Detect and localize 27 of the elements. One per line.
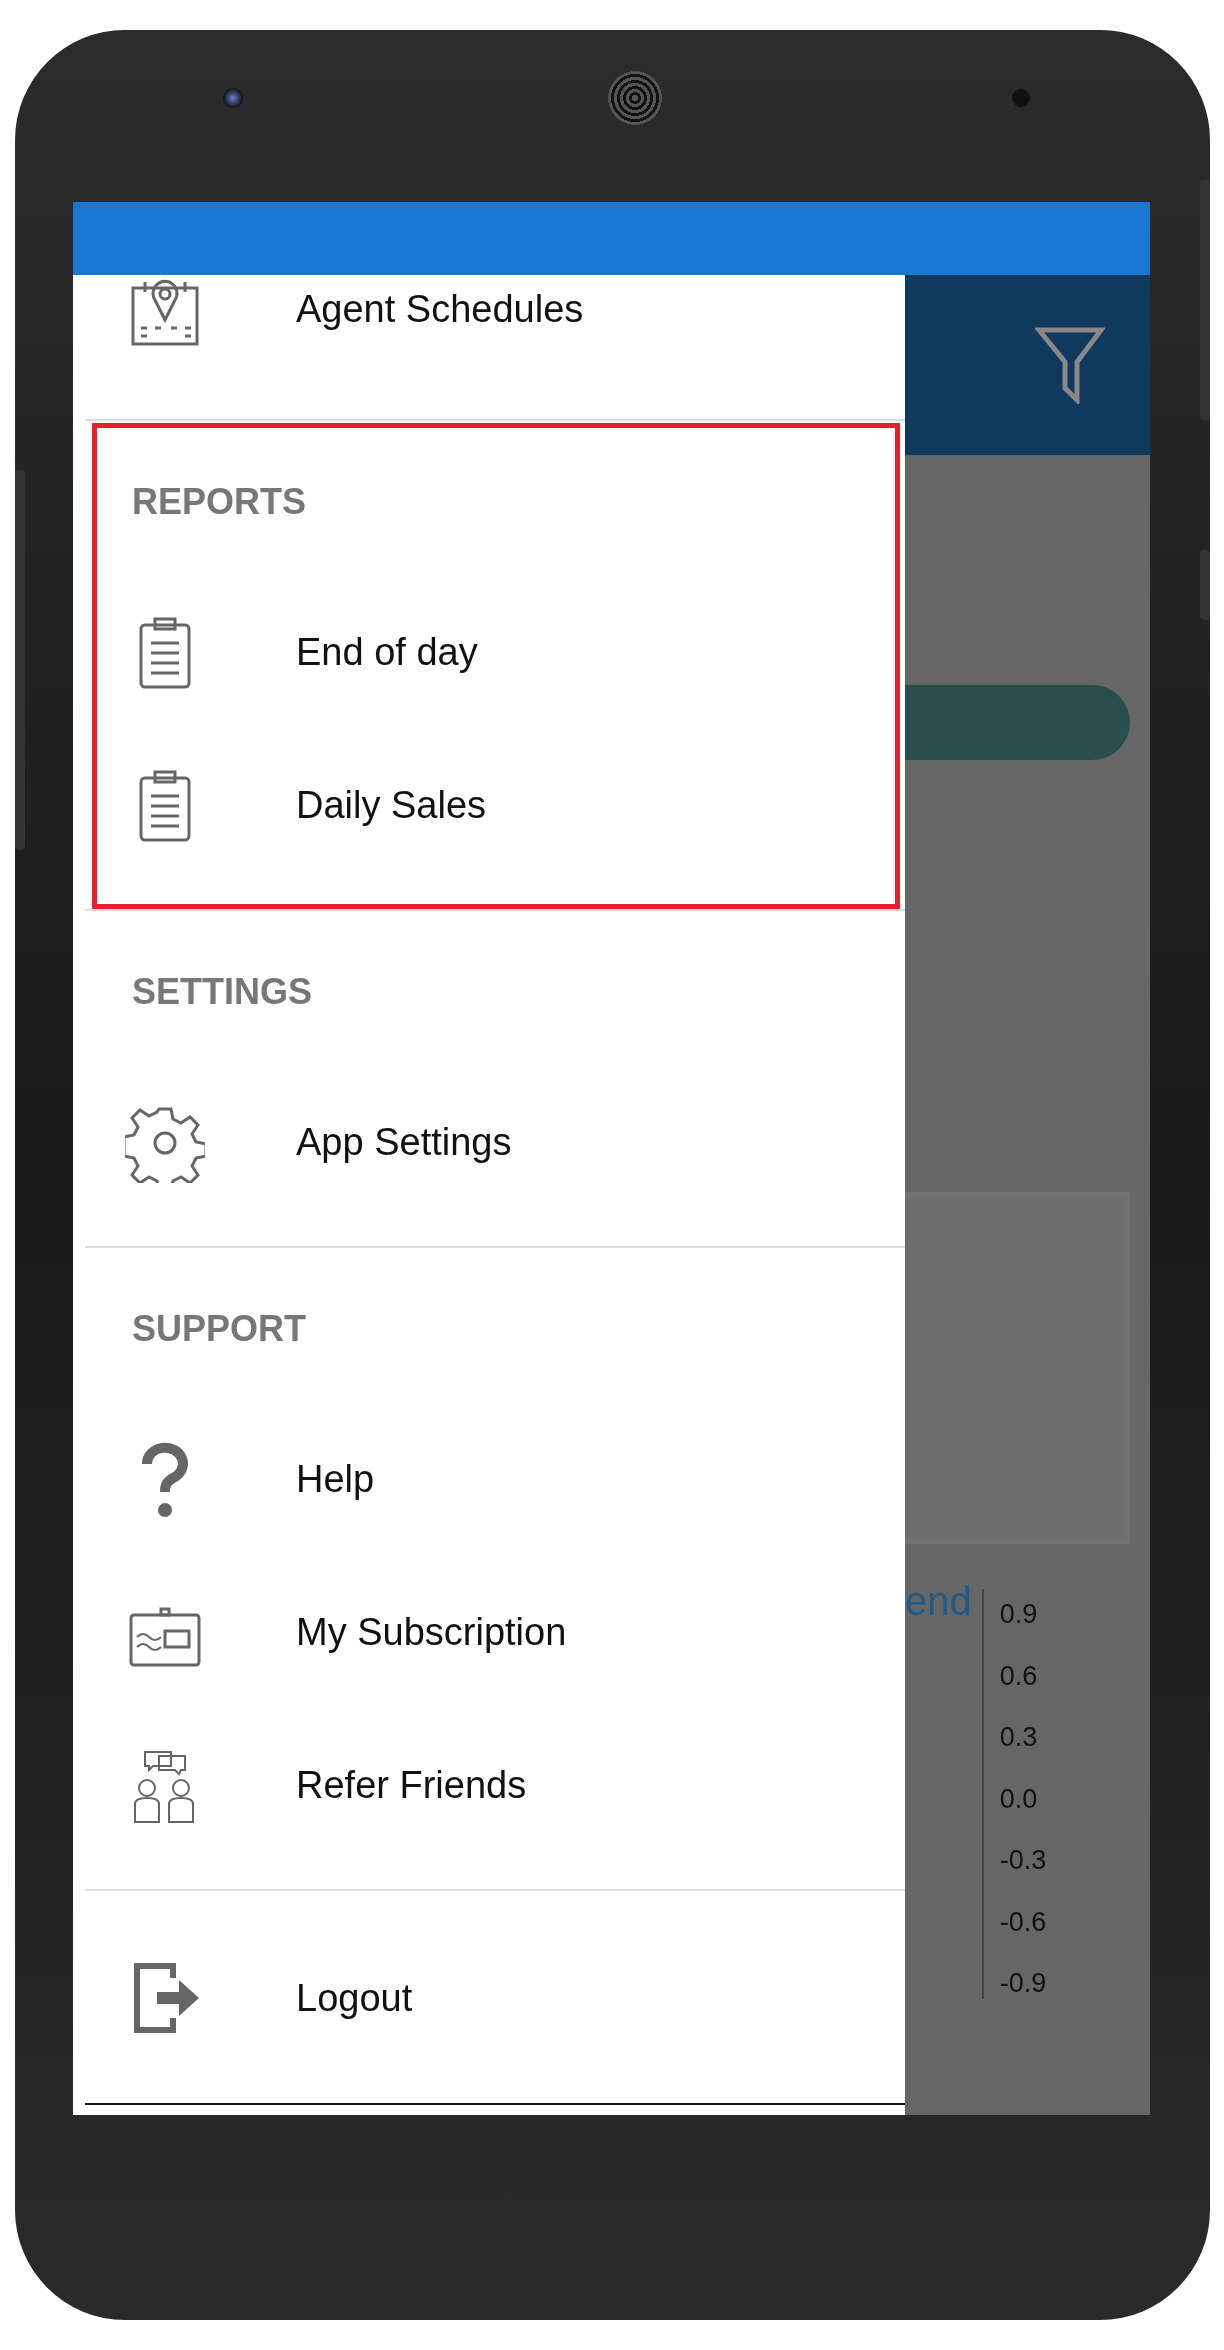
camera-icon [223,88,243,108]
axis-label: 0.3 [998,1722,1039,1753]
axis-label: 0.9 [998,1599,1039,1630]
section-heading: SUPPORT [131,1307,308,1351]
axis-label: -0.9 [998,1968,1047,1999]
menu-item[interactable]: Agent Schedules [97,233,895,386]
menu-item[interactable]: Logout [97,1898,895,2098]
axis-label: -0.3 [998,1845,1047,1876]
menu-item[interactable]: Refer Friends [97,1709,895,1862]
menu-item[interactable]: Daily Sales [97,729,895,882]
sensor-icon [1012,89,1030,107]
menu-item[interactable]: End of day [97,576,895,729]
axis-label: -0.6 [998,1906,1047,1938]
menu-item[interactable]: App Settings [97,1066,895,1219]
section-heading: SETTINGS [131,970,314,1014]
menu-item[interactable]: My Subscription [97,1556,895,1709]
side-button[interactable] [1200,550,1210,620]
speaker-icon [608,71,662,125]
section-heading: REPORTS [131,480,308,524]
axis-label: 0.0 [998,1783,1039,1815]
filter-icon[interactable] [1035,326,1105,404]
side-button[interactable] [1200,180,1210,420]
action-button[interactable] [905,685,1130,760]
side-button[interactable] [15,470,25,850]
menu-item[interactable]: Help [97,1403,895,1556]
chart-legend: end [905,1579,972,1999]
axis-label: 0.6 [998,1660,1039,1692]
